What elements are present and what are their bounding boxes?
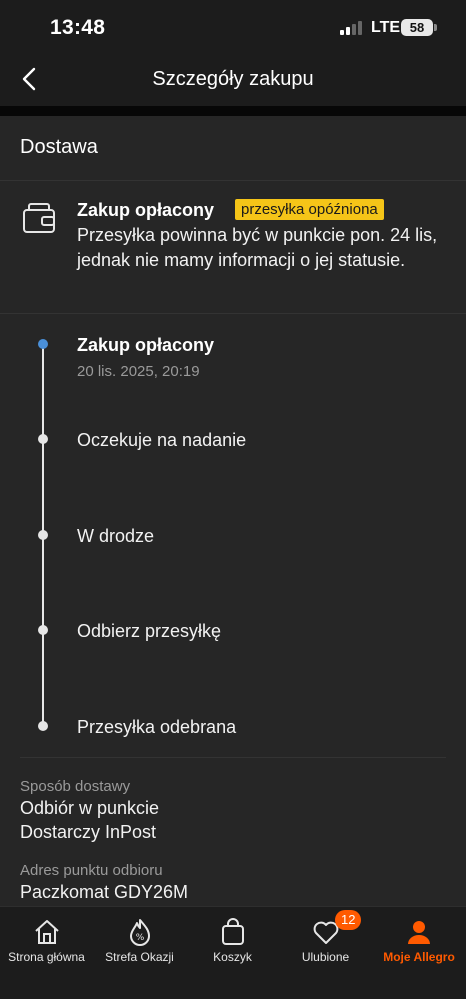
svg-text:%: % — [135, 933, 144, 943]
nav-label: Moje Allegro — [383, 950, 455, 964]
delivery-method-label: Sposób dostawy — [20, 778, 131, 795]
nav-label: Koszyk — [213, 950, 252, 964]
status-description: Przesyłka powinna być w punkcie pon. 24 … — [77, 225, 438, 270]
battery-tip — [434, 24, 437, 31]
timeline-step-label: Odbierz przesyłkę — [77, 621, 222, 641]
timeline-step-date: 20 lis. 2025, 20:19 — [77, 363, 200, 380]
nav-deals[interactable]: % Strefa Okazji — [93, 907, 186, 977]
nav-label: Strona główna — [8, 950, 85, 964]
cart-icon — [221, 918, 244, 945]
deals-icon: % — [129, 919, 150, 946]
divider — [0, 313, 466, 314]
header-divider — [0, 106, 466, 116]
timeline-dot — [38, 530, 48, 540]
pickup-address-value: Paczkomat GDY26M — [20, 882, 189, 902]
status-bar: 13:48 LTE 58 — [0, 0, 466, 56]
timeline-step-label: Zakup opłacony — [77, 335, 215, 355]
nav-label: Strefa Okazji — [105, 950, 174, 964]
user-icon — [408, 921, 430, 944]
delay-badge: przesyłka opóźniona — [235, 199, 384, 220]
favorites-count-badge: 12 — [335, 910, 362, 930]
delivery-details: Dostawa Zakup opłacony przesyłka opóźnio… — [0, 116, 466, 906]
timeline-dot — [38, 625, 48, 635]
timeline-dot — [38, 721, 48, 731]
nav-home[interactable]: Strona główna — [0, 907, 93, 977]
status-title: Zakup opłacony — [77, 200, 215, 220]
network-type: LTE — [371, 19, 401, 36]
bottom-navigation: Strona główna % Strefa Okazji Koszyk 12 … — [0, 906, 466, 999]
delivery-carrier-value: Dostarczy InPost — [20, 822, 157, 842]
timeline-step-label: W drodze — [77, 526, 155, 546]
divider — [20, 757, 446, 758]
wallet-icon — [23, 203, 55, 233]
delivery-method-value: Odbiór w punkcie — [20, 798, 160, 818]
timeline-step-label: Oczekuje na nadanie — [77, 430, 247, 450]
signal-icon — [340, 21, 366, 35]
status-time: 13:48 — [50, 16, 106, 39]
timeline-dot — [38, 434, 48, 444]
page-header: Szczegóły zakupu — [0, 56, 466, 106]
timeline-step-label: Przesyłka odebrana — [77, 717, 237, 737]
section-title: Dostawa — [20, 136, 98, 158]
nav-cart[interactable]: Koszyk — [186, 907, 279, 977]
timeline-dot-active — [38, 339, 48, 349]
battery-icon: 58 — [401, 19, 433, 36]
nav-my-allegro[interactable]: Moje Allegro — [372, 907, 466, 977]
page-title: Szczegóły zakupu — [152, 68, 314, 90]
nav-favorites[interactable]: 12 Ulubione — [279, 907, 372, 977]
divider — [0, 180, 466, 181]
nav-label: Ulubione — [301, 950, 350, 964]
pickup-address-label: Adres punktu odbioru — [20, 862, 163, 879]
home-icon — [34, 920, 59, 944]
